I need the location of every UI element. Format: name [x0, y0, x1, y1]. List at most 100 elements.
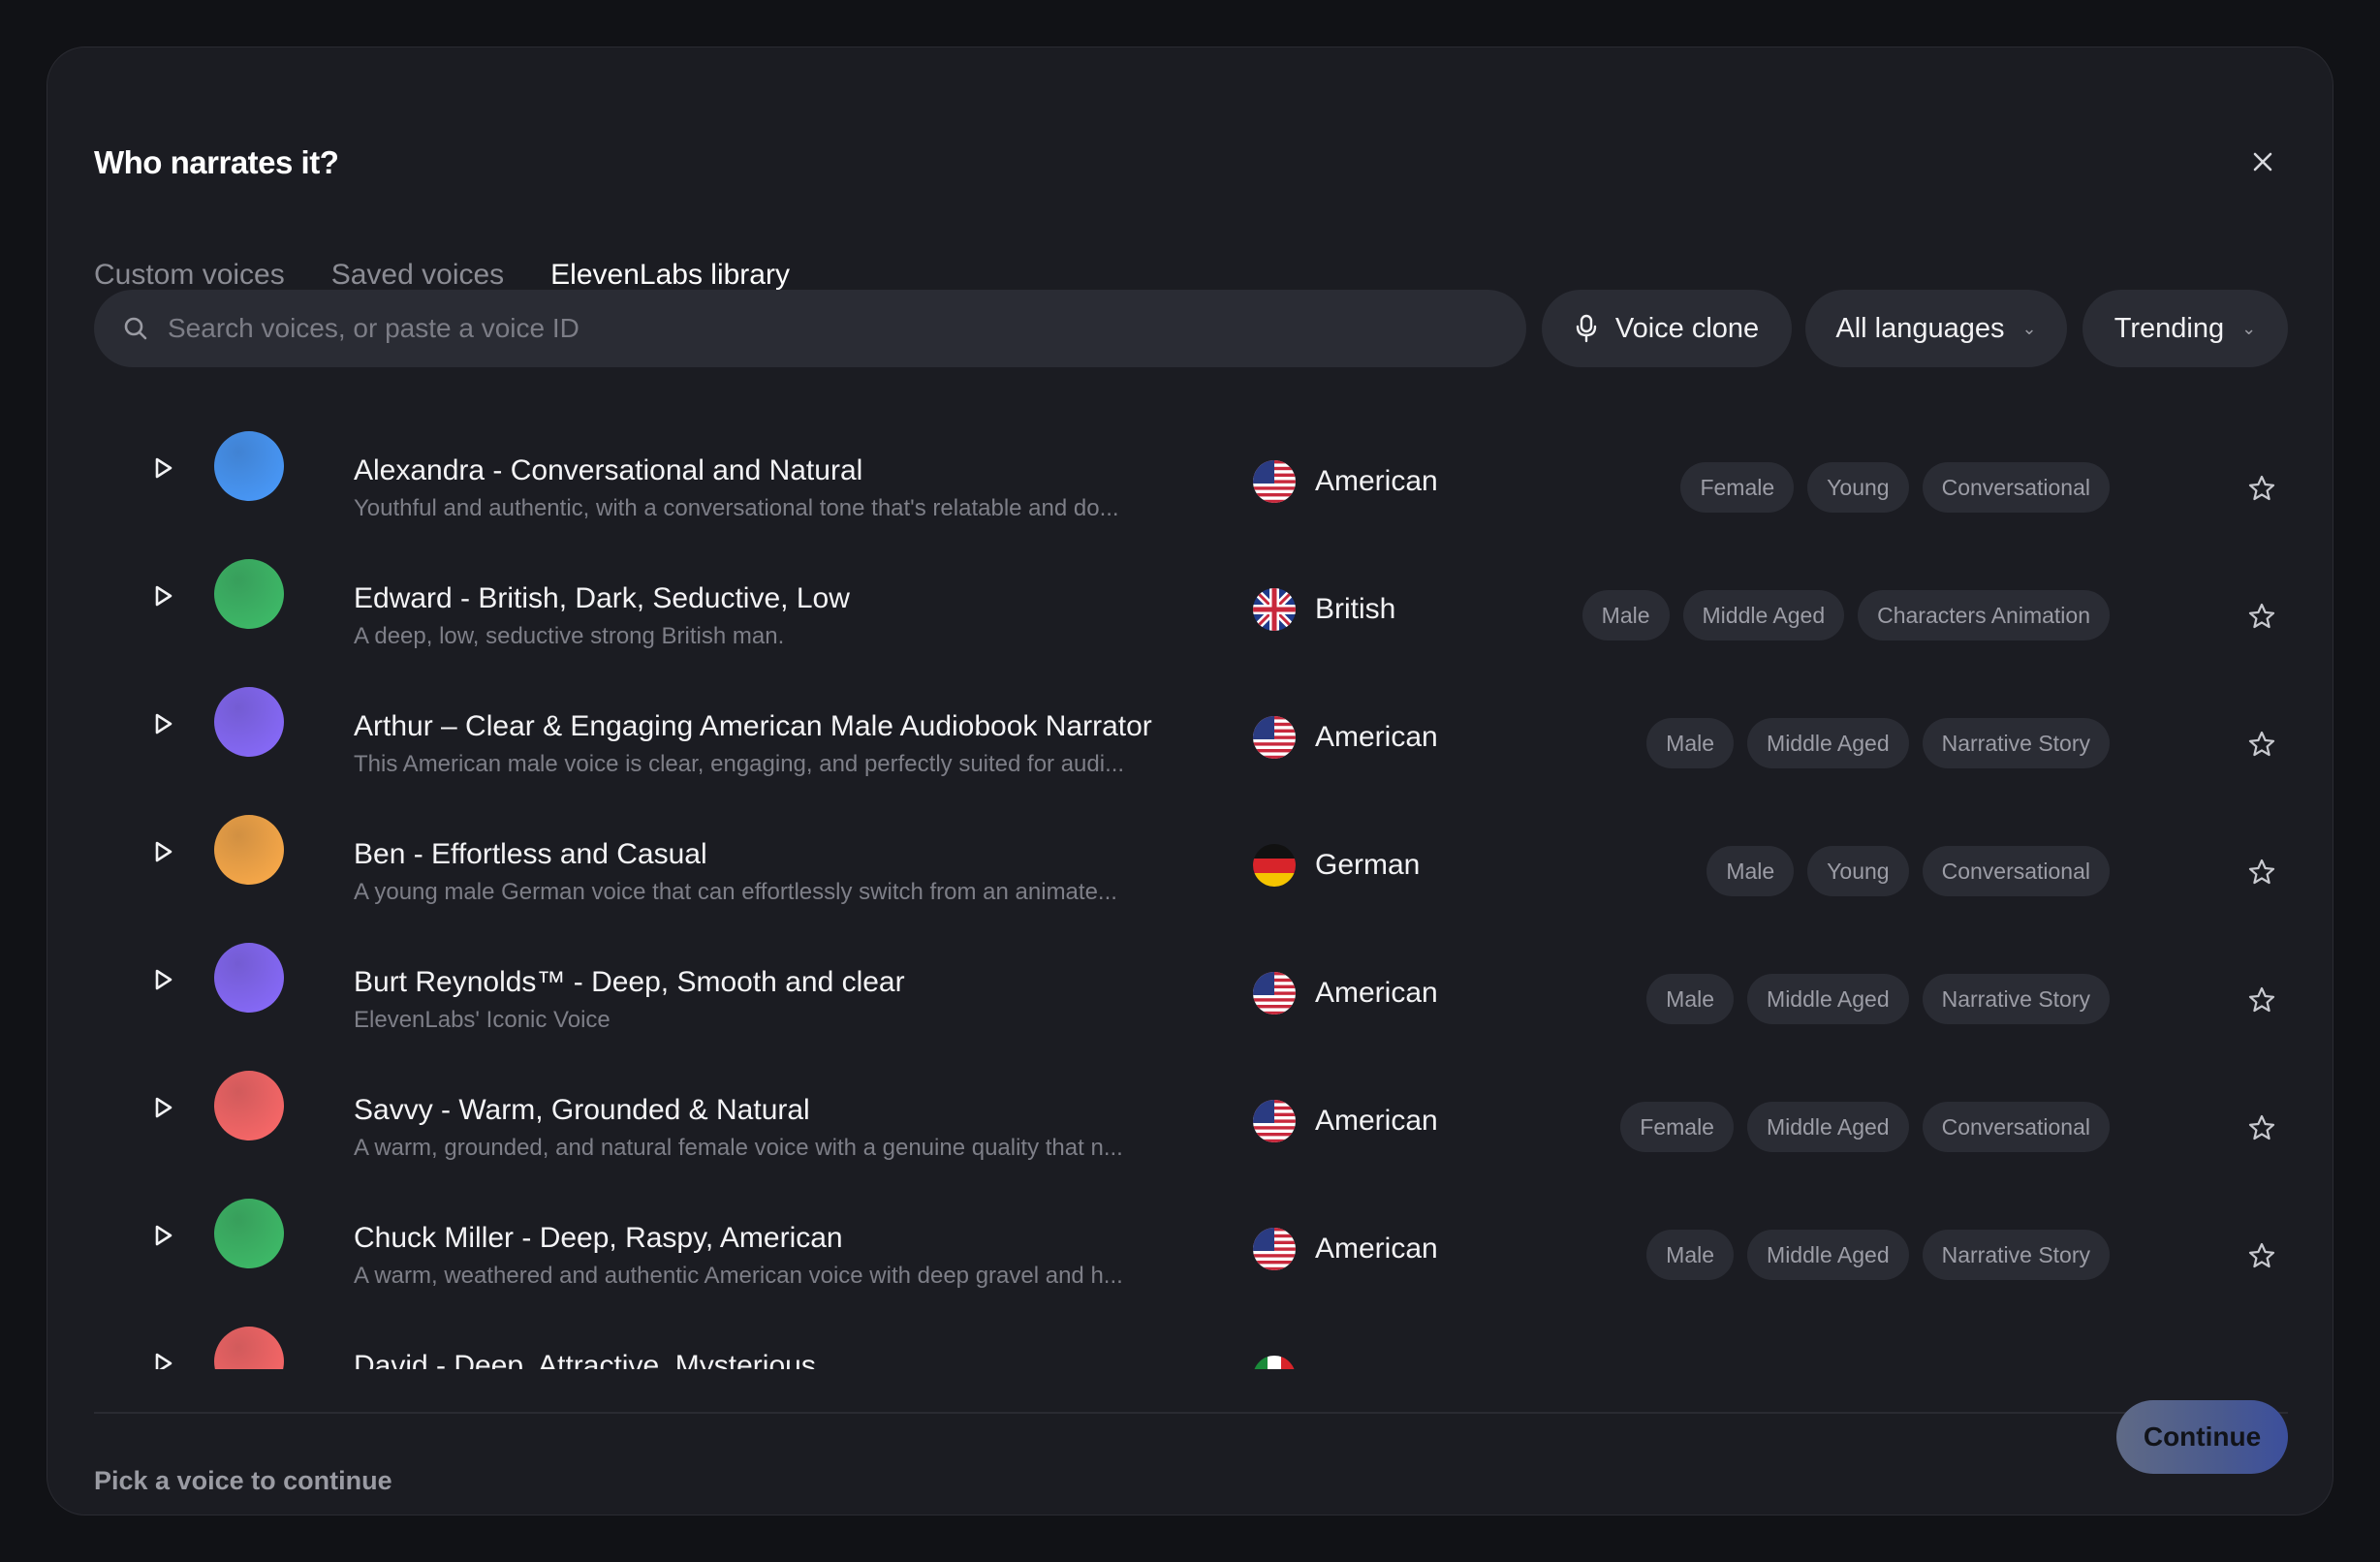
- modal-title: Who narrates it?: [94, 144, 339, 180]
- voice-description: ElevenLabs' Iconic Voice: [354, 1007, 611, 1033]
- voice-tag: Male: [1646, 974, 1735, 1024]
- play-button[interactable]: [144, 449, 183, 487]
- sort-label: Trending: [2114, 312, 2225, 344]
- accent-label: American: [1315, 1105, 1438, 1137]
- voice-tag: Conversational: [1922, 846, 2110, 896]
- sort-dropdown[interactable]: Trending ⌄: [2082, 290, 2288, 367]
- voice-description: A young male German voice that can effor…: [354, 879, 1117, 905]
- voice-tag: Male: [1707, 846, 1795, 896]
- flag-icon: [1253, 1356, 1296, 1369]
- voice-accent: [1253, 1356, 1315, 1369]
- play-button[interactable]: [144, 577, 183, 615]
- voice-tag: Middle Aged: [1747, 718, 1909, 768]
- play-button[interactable]: [144, 832, 183, 871]
- voice-avatar: [214, 559, 284, 629]
- accent-label: American: [1315, 977, 1438, 1009]
- voice-tag: Conversational: [1922, 1102, 2110, 1152]
- voice-picker-modal: Who narrates it? Custom voices Saved voi…: [47, 47, 2333, 1515]
- accent-label: American: [1315, 1233, 1438, 1265]
- flag-icon: [1253, 588, 1296, 631]
- voice-accent: American: [1253, 716, 1438, 759]
- voice-tag: Middle Aged: [1746, 1102, 1909, 1152]
- continue-button[interactable]: Continue: [2116, 1400, 2288, 1474]
- search-bar[interactable]: [94, 290, 1526, 367]
- voice-tags: Male Middle Aged Characters Animation: [1581, 590, 2110, 640]
- voice-tag: Male: [1646, 718, 1735, 768]
- play-button[interactable]: [144, 1344, 183, 1369]
- save-voice-button[interactable]: [2245, 728, 2278, 761]
- voice-name: Arthur – Clear & Engaging American Male …: [354, 710, 1152, 742]
- microphone-icon: [1576, 314, 1597, 343]
- voice-description: A deep, low, seductive strong British ma…: [354, 623, 785, 649]
- voice-tag: Female: [1680, 462, 1795, 513]
- voice-row[interactable]: Edward - British, Dark, Seductive, Low A …: [94, 540, 2288, 668]
- voice-tag: Middle Aged: [1747, 1230, 1909, 1280]
- voice-tag: Narrative Story: [1922, 1230, 2110, 1280]
- save-voice-button[interactable]: [2245, 984, 2278, 1016]
- play-icon: [155, 457, 172, 479]
- flag-icon: [1253, 1100, 1296, 1142]
- voice-row[interactable]: Alexandra - Conversational and Natural Yo…: [94, 412, 2288, 540]
- voice-name: Ben - Effortless and Casual: [354, 838, 707, 870]
- voice-avatar: [214, 1199, 284, 1268]
- voice-tag: Young: [1807, 462, 1909, 513]
- voice-clone-button[interactable]: Voice clone: [1542, 290, 1792, 367]
- voice-description: This American male voice is clear, engag…: [354, 751, 1125, 777]
- voice-accent: American: [1253, 972, 1438, 1015]
- voice-tag: Young: [1807, 846, 1909, 896]
- star-icon: [2248, 603, 2275, 629]
- accent-label: British: [1315, 593, 1396, 625]
- voice-tags: Male Middle Aged Narrative Story: [1646, 974, 2110, 1024]
- voice-tags: Male Young Conversational: [1707, 846, 2110, 896]
- voice-name: Edward - British, Dark, Seductive, Low: [354, 582, 850, 614]
- save-voice-button[interactable]: [2245, 600, 2278, 633]
- play-icon: [155, 1225, 172, 1246]
- voice-accent: British: [1253, 588, 1395, 631]
- voice-clone-label: Voice clone: [1614, 312, 1760, 344]
- flag-icon: [1253, 716, 1296, 759]
- voice-row[interactable]: Chuck Miller - Deep, Raspy, American A wa…: [94, 1179, 2288, 1307]
- play-icon: [155, 841, 172, 862]
- flag-icon: [1253, 1228, 1296, 1270]
- voice-accent: American: [1253, 1100, 1438, 1142]
- play-button[interactable]: [144, 1216, 183, 1255]
- voice-tags: Female Middle Aged Conversational: [1620, 1102, 2110, 1152]
- voice-avatar: [214, 1327, 284, 1369]
- close-button[interactable]: [2245, 144, 2280, 179]
- voice-tag: Narrative Story: [1922, 718, 2110, 768]
- voice-description: A warm, weathered and authentic American…: [354, 1263, 1123, 1289]
- play-button[interactable]: [144, 1088, 183, 1127]
- voice-row[interactable]: David - Deep, Attractive, Mysterious: [94, 1307, 2288, 1369]
- play-button[interactable]: [144, 704, 183, 743]
- voice-tag: Male: [1581, 590, 1670, 640]
- search-input[interactable]: [168, 313, 1427, 344]
- voice-name: Chuck Miller - Deep, Raspy, American: [354, 1222, 843, 1254]
- flag-icon: [1253, 844, 1296, 887]
- save-voice-button[interactable]: [2245, 1111, 2278, 1144]
- play-icon: [155, 585, 172, 607]
- voice-tags: Female Young Conversational: [1680, 462, 2110, 513]
- play-button[interactable]: [144, 960, 183, 999]
- languages-label: All languages: [1835, 312, 2005, 344]
- accent-label: American: [1315, 721, 1438, 753]
- voice-row[interactable]: Ben - Effortless and Casual A young male …: [94, 796, 2288, 923]
- voice-tag: Male: [1646, 1230, 1735, 1280]
- voice-row[interactable]: Burt Reynolds™ - Deep, Smooth and clear E…: [94, 923, 2288, 1051]
- voice-row[interactable]: Savvy - Warm, Grounded & Natural A warm, …: [94, 1051, 2288, 1179]
- save-voice-button[interactable]: [2245, 856, 2278, 889]
- voice-tag: Female: [1620, 1102, 1734, 1152]
- languages-dropdown[interactable]: All languages ⌄: [1805, 290, 2067, 367]
- footer-divider: [94, 1412, 2288, 1414]
- voice-accent: American: [1253, 460, 1438, 503]
- voice-avatar: [214, 431, 284, 501]
- save-voice-button[interactable]: [2245, 472, 2278, 505]
- voice-row[interactable]: Arthur – Clear & Engaging American Male …: [94, 668, 2288, 796]
- search-icon: [124, 317, 147, 340]
- footer-hint: Pick a voice to continue: [94, 1466, 392, 1495]
- chevron-down-icon: ⌄: [2021, 318, 2037, 338]
- voice-name: David - Deep, Attractive, Mysterious: [354, 1350, 816, 1369]
- voice-description: A warm, grounded, and natural female voi…: [354, 1135, 1123, 1161]
- save-voice-button[interactable]: [2245, 1239, 2278, 1272]
- voice-tags: Male Middle Aged Narrative Story: [1646, 718, 2110, 768]
- flag-icon: [1253, 460, 1296, 503]
